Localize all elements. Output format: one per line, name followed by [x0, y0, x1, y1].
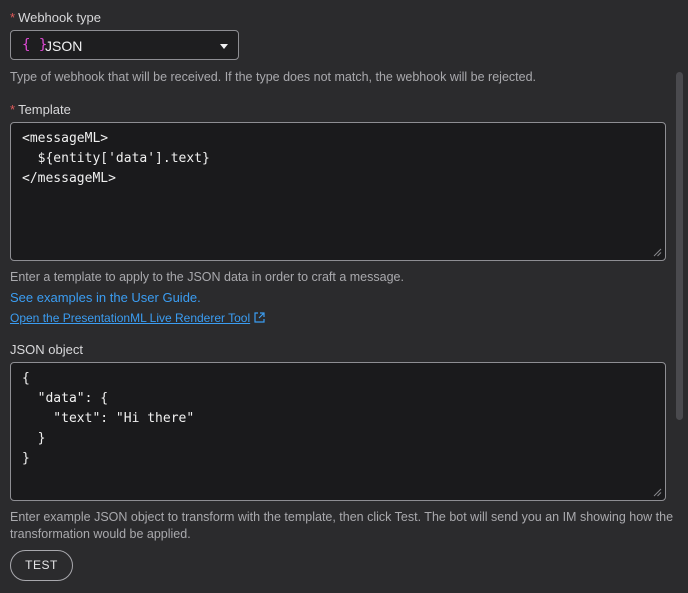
external-link-icon — [254, 312, 265, 323]
webhook-type-value: JSON — [45, 38, 83, 54]
json-object-label: JSON object — [10, 342, 83, 357]
template-label: * Template — [10, 102, 71, 117]
webhook-type-label: * Webhook type — [10, 10, 101, 25]
resize-handle-icon[interactable] — [653, 488, 662, 497]
test-button[interactable]: TEST — [10, 550, 73, 581]
json-braces-icon: { } — [22, 37, 48, 53]
resize-handle-icon[interactable] — [653, 248, 662, 257]
chevron-down-icon[interactable] — [220, 44, 228, 49]
template-code: <messageML> ${entity['data'].text} </mes… — [22, 131, 210, 186]
renderer-tool-link[interactable]: Open the PresentationML Live Renderer To… — [10, 311, 265, 325]
webhook-type-help: Type of webhook that will be received. I… — [10, 70, 536, 84]
json-object-code: { "data": { "text": "Hi there" } } — [22, 371, 195, 466]
scrollbar-thumb[interactable] — [676, 72, 683, 420]
template-help: Enter a template to apply to the JSON da… — [10, 270, 404, 284]
template-textarea[interactable]: <messageML> ${entity['data'].text} </mes… — [10, 122, 666, 261]
required-mark: * — [10, 102, 16, 117]
json-object-help: Enter example JSON object to transform w… — [10, 510, 674, 541]
webhook-type-select[interactable]: { } JSON — [10, 30, 239, 60]
required-mark: * — [10, 10, 16, 25]
json-object-textarea[interactable]: { "data": { "text": "Hi there" } } — [10, 362, 666, 501]
user-guide-link[interactable]: See examples in the User Guide. — [10, 290, 201, 305]
